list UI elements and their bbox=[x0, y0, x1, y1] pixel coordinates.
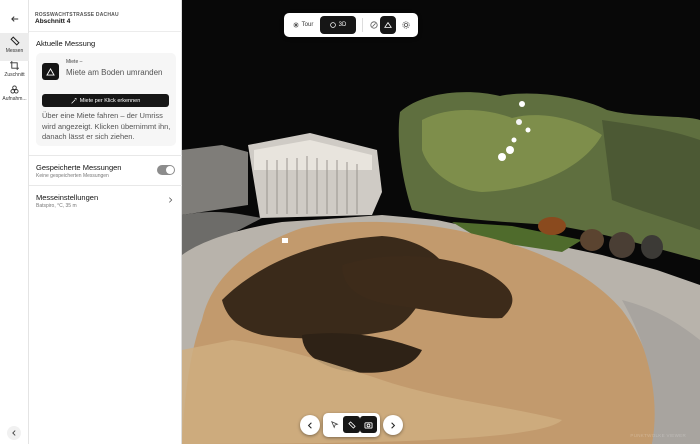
saved-measurements-toggle[interactable] bbox=[157, 165, 175, 175]
previous-button[interactable] bbox=[300, 415, 320, 435]
card-kicker: Miete – bbox=[66, 59, 83, 65]
gear-icon bbox=[402, 21, 410, 29]
magic-wand-icon bbox=[71, 97, 77, 104]
cursor-icon bbox=[330, 420, 339, 429]
card-instruction: Miete am Boden umranden bbox=[66, 68, 163, 77]
toolbar-divider bbox=[362, 18, 363, 32]
capture-icon bbox=[10, 85, 19, 94]
saved-measurements-title: Gespeicherte Messungen bbox=[36, 163, 122, 172]
ruler-icon bbox=[347, 420, 356, 429]
chevron-right-icon bbox=[169, 197, 173, 203]
rail-item-messen[interactable]: Messen bbox=[0, 33, 29, 61]
camera-icon bbox=[364, 421, 373, 429]
toggle-knob bbox=[166, 166, 174, 174]
rail-item-aufnahmen[interactable]: Aufnahm... bbox=[0, 82, 29, 110]
saved-measurements-row[interactable]: Gespeicherte Messungen Keine gespeichert… bbox=[29, 155, 182, 182]
sparkle-icon bbox=[292, 22, 299, 28]
camera-button[interactable] bbox=[360, 416, 377, 433]
collapse-panel-button[interactable] bbox=[7, 426, 21, 440]
navigation-controls bbox=[300, 412, 403, 438]
pointer-tool-button[interactable] bbox=[326, 416, 343, 433]
chevron-left-icon bbox=[12, 430, 16, 436]
3d-label: 3D bbox=[338, 22, 347, 28]
divider bbox=[29, 31, 182, 32]
card-description: Über eine Miete fahren – der Umriss wird… bbox=[42, 111, 171, 141]
compass-icon bbox=[370, 21, 378, 29]
3d-viewport[interactable]: Tour 3D PUNKTWOLKE VIEWER bbox=[182, 0, 700, 444]
pile-type-badge[interactable] bbox=[42, 63, 59, 80]
side-panel: ROSSWACHTSTRASSE DACHAU Abschnitt 4 Aktu… bbox=[29, 0, 182, 444]
arrow-left-icon bbox=[11, 16, 19, 22]
current-measurement-heading: Aktuelle Messung bbox=[36, 39, 96, 48]
measure-settings-subtitle: Batspiro, °C, 35 m bbox=[36, 203, 77, 209]
next-button[interactable] bbox=[383, 415, 403, 435]
chevron-right-icon bbox=[391, 421, 396, 429]
point-cloud-scene bbox=[182, 0, 700, 444]
section-title: Abschnitt 4 bbox=[35, 18, 71, 25]
triangle-icon bbox=[46, 67, 55, 76]
circle-icon bbox=[329, 22, 336, 28]
settings-button[interactable] bbox=[398, 16, 414, 34]
ruler-tool-button[interactable] bbox=[343, 416, 360, 433]
ruler-icon bbox=[9, 36, 20, 46]
measure-settings-title: Messeinstellungen bbox=[36, 193, 99, 202]
polygon-tool-icon bbox=[384, 21, 392, 28]
chevron-left-icon bbox=[307, 421, 312, 429]
tool-group bbox=[323, 413, 380, 437]
tour-label: Tour bbox=[301, 22, 314, 28]
detect-pile-label: Miete per Klick erkennen bbox=[79, 97, 141, 104]
detect-pile-button[interactable]: Miete per Klick erkennen bbox=[42, 94, 169, 107]
back-button[interactable] bbox=[8, 12, 22, 26]
left-rail: Messen Zuschnitt Aufnahm... bbox=[0, 0, 29, 444]
viewer-watermark: PUNKTWOLKE VIEWER bbox=[630, 433, 686, 438]
view-toolbar: Tour 3D bbox=[284, 13, 418, 37]
measurement-card: Miete – Miete am Boden umranden Miete pe… bbox=[36, 53, 176, 146]
crop-icon bbox=[10, 61, 19, 70]
rail-item-label: Zuschnitt bbox=[4, 72, 25, 78]
tour-button[interactable]: Tour bbox=[288, 16, 318, 34]
measure-settings-row[interactable]: Messeinstellungen Batspiro, °C, 35 m bbox=[29, 185, 182, 212]
rail-item-label: Aufnahm... bbox=[2, 96, 27, 102]
3d-mode-button[interactable]: 3D bbox=[320, 16, 356, 34]
saved-measurements-subtitle: Keine gespeicherten Messungen bbox=[36, 173, 109, 179]
area-tool-button[interactable] bbox=[380, 16, 396, 34]
rail-item-label: Messen bbox=[5, 48, 24, 54]
